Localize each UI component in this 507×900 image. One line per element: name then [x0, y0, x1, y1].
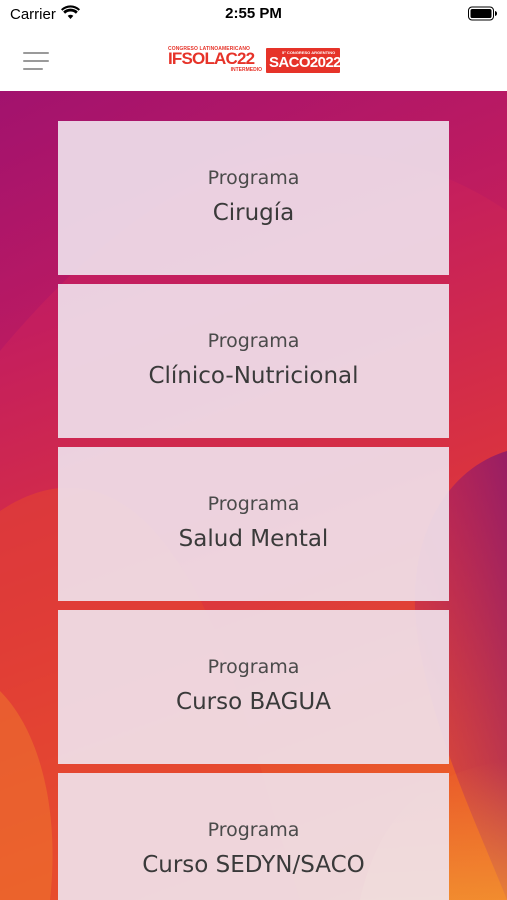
status-bar: Carrier 2:55 PM	[0, 0, 507, 30]
hamburger-menu-icon	[23, 52, 49, 54]
hamburger-menu-icon	[23, 60, 49, 62]
program-card-cirugia[interactable]: Programa Cirugía	[58, 121, 449, 275]
app-screen: Carrier 2:55 PM CONGRESO LATINOAMERICANO…	[0, 0, 507, 900]
menu-button[interactable]	[20, 49, 52, 73]
program-card-title: Clínico-Nutricional	[148, 363, 359, 389]
program-card-title: Curso SEDYN/SACO	[142, 852, 365, 878]
program-card-title: Curso BAGUA	[176, 689, 331, 715]
program-card-salud-mental[interactable]: Programa Salud Mental	[58, 447, 449, 601]
program-card-label: Programa	[207, 819, 300, 841]
program-card-clinico-nutricional[interactable]: Programa Clínico-Nutricional	[58, 284, 449, 438]
ifsolac-sub-text: INTERMEDIO	[230, 67, 262, 73]
ifsolac-logo: CONGRESO LATINOAMERICANO IFSOLAC22 INTER…	[168, 44, 264, 74]
program-card-label: Programa	[207, 330, 300, 352]
app-header: CONGRESO LATINOAMERICANO IFSOLAC22 INTER…	[0, 30, 507, 91]
battery-icon	[468, 6, 497, 21]
program-card-label: Programa	[207, 656, 300, 678]
congress-logo: CONGRESO LATINOAMERICANO IFSOLAC22 INTER…	[168, 44, 342, 74]
status-time: 2:55 PM	[225, 5, 282, 22]
program-card-title: Cirugía	[212, 200, 295, 226]
program-card-curso-bagua[interactable]: Programa Curso BAGUA	[58, 610, 449, 764]
saco-brand-text: SACO2022	[269, 54, 342, 71]
program-card-label: Programa	[207, 493, 300, 515]
program-list-area[interactable]: Programa Cirugía Programa Clínico-Nutric…	[0, 91, 507, 900]
saco-logo: 5° CONGRESO ARGENTINO SACO2022	[266, 48, 342, 73]
hamburger-menu-icon	[23, 68, 43, 70]
program-card-label: Programa	[207, 167, 300, 189]
ifsolac-brand-text: IFSOLAC22	[168, 49, 255, 68]
program-card-title: Salud Mental	[178, 526, 329, 552]
program-card-curso-sedyn-saco[interactable]: Programa Curso SEDYN/SACO	[58, 773, 449, 900]
